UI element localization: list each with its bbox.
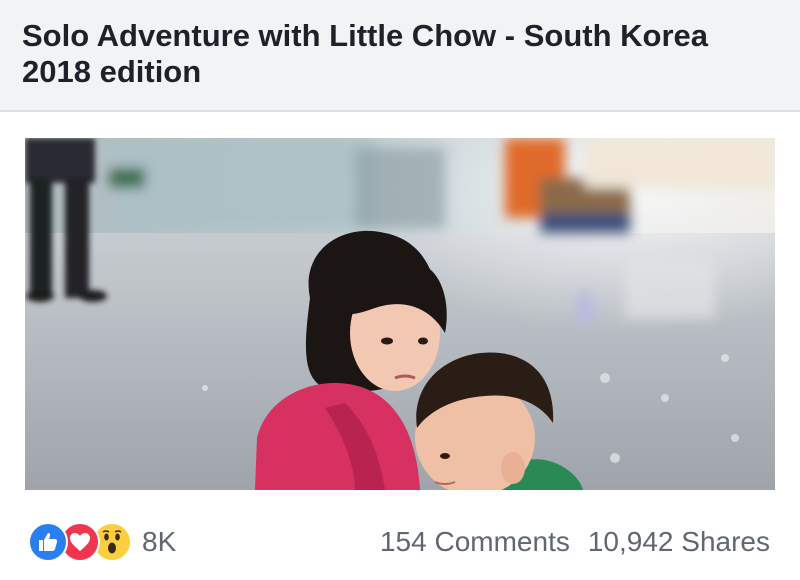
like-icon <box>28 522 68 562</box>
post-footer: 8K 154 Comments 10,942 Shares <box>0 490 800 580</box>
shares-count-link[interactable]: 10,942 Shares <box>588 526 770 558</box>
post-header: Solo Adventure with Little Chow - South … <box>0 0 800 112</box>
engagement-stats: 154 Comments 10,942 Shares <box>380 522 770 562</box>
post-title[interactable]: Solo Adventure with Little Chow - South … <box>22 18 782 90</box>
facebook-post-card: Solo Adventure with Little Chow - South … <box>0 0 800 580</box>
post-photo[interactable] <box>25 138 775 490</box>
reaction-count: 8K <box>142 526 177 557</box>
photo-illustration <box>25 138 775 490</box>
comments-count-link[interactable]: 154 Comments <box>380 526 570 558</box>
reactions-summary[interactable]: 8K <box>28 522 176 562</box>
